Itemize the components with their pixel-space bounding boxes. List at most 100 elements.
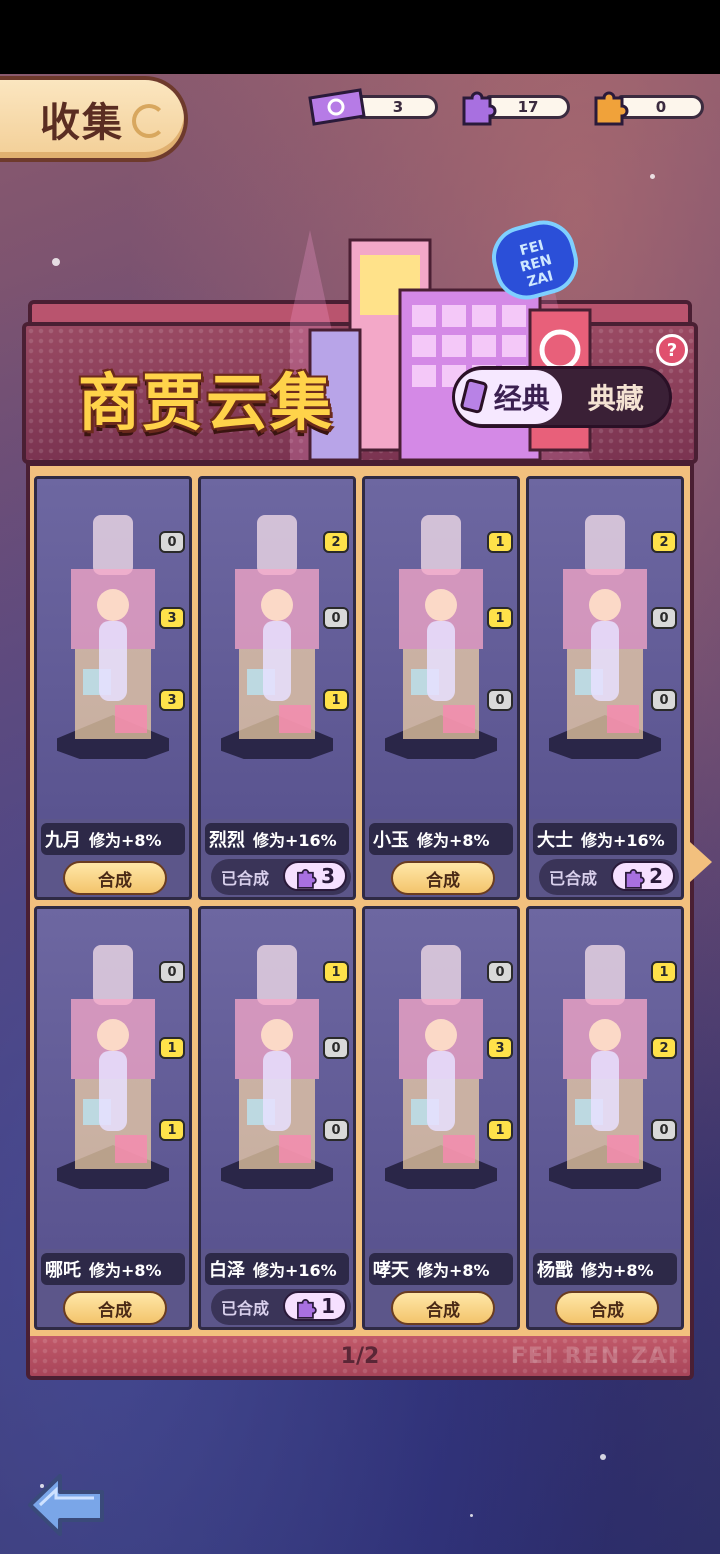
- collection-tab-switch: 经典 典藏: [452, 366, 672, 428]
- character-name: 哪吒: [45, 1260, 81, 1281]
- piece-count-badge: 1: [487, 607, 513, 629]
- card-art: [365, 479, 517, 819]
- page-indicator: 1/2: [340, 1343, 380, 1369]
- puzzle-count-pill: 1: [283, 1291, 347, 1321]
- tab-label: 经典: [493, 382, 550, 415]
- character-card[interactable]: 1 0 0 白泽 修为+16% 已合成 1: [198, 906, 356, 1330]
- puzzle-count-pill: 3: [283, 861, 347, 891]
- merge-button[interactable]: 合成: [391, 1291, 495, 1325]
- piece-count-badge: 0: [323, 607, 349, 629]
- puzzle-tower-illustration: [221, 945, 333, 1189]
- piece-count-badge: 1: [651, 961, 677, 983]
- piece-count-badge: 0: [651, 689, 677, 711]
- card-art: [37, 909, 189, 1249]
- puzzle-tower-illustration: [549, 945, 661, 1189]
- merged-label: 已合成: [549, 869, 598, 888]
- piece-count-badge: 2: [651, 531, 677, 553]
- character-bonus: 修为+16%: [253, 1261, 337, 1280]
- purple-puzzle-icon: [462, 91, 497, 126]
- page-title-tab: 收集: [0, 76, 188, 162]
- character-label: 小玉 修为+8%: [369, 823, 513, 855]
- puzzle-count: 3: [321, 864, 335, 888]
- purple-puzzle-icon: [297, 869, 317, 889]
- card-art: [365, 909, 517, 1249]
- card-art: [201, 909, 353, 1249]
- piece-count-badge: 0: [323, 1037, 349, 1059]
- currency-orange-puzzle[interactable]: 0: [590, 91, 704, 126]
- piece-count-badge: 1: [159, 1037, 185, 1059]
- help-button[interactable]: ?: [656, 334, 688, 366]
- piece-count-badge: 3: [159, 607, 185, 629]
- character-card[interactable]: 0 3 3 九月 修为+8% 合成: [34, 476, 192, 900]
- merge-button[interactable]: 合成: [63, 861, 167, 895]
- character-bonus: 修为+8%: [417, 831, 490, 850]
- card-art: [529, 479, 681, 819]
- character-card[interactable]: 0 1 1 哪吒 修为+8% 合成: [34, 906, 192, 1330]
- piece-count-badge: 0: [651, 607, 677, 629]
- collection-title: 商贾云集: [78, 366, 335, 439]
- star: [470, 1514, 473, 1517]
- merge-button[interactable]: 合成: [555, 1291, 659, 1325]
- piece-count-badge: 0: [651, 1119, 677, 1141]
- character-label: 白泽 修为+16%: [205, 1253, 349, 1285]
- currency-value: 3: [358, 95, 438, 119]
- character-card[interactable]: 1 2 0 杨戬 修为+8% 合成: [526, 906, 684, 1330]
- currency-tickets[interactable]: 3: [306, 88, 438, 126]
- piece-count-badge: 1: [159, 1119, 185, 1141]
- piece-count-badge: 0: [487, 689, 513, 711]
- panel-footer: 1/2 FEI REN ZAI: [26, 1336, 694, 1380]
- character-card[interactable]: 0 3 1 哮天 修为+8% 合成: [362, 906, 520, 1330]
- character-card[interactable]: 2 0 0 大士 修为+16% 已合成 2: [526, 476, 684, 900]
- character-label: 九月 修为+8%: [41, 823, 185, 855]
- character-label: 哪吒 修为+8%: [41, 1253, 185, 1285]
- ticket-icon: [308, 88, 366, 126]
- merged-status: 已合成 1: [211, 1289, 351, 1325]
- character-label: 大士 修为+16%: [533, 823, 677, 855]
- star: [650, 174, 655, 179]
- piece-count-badge: 0: [487, 961, 513, 983]
- tab-treasured[interactable]: 典藏: [562, 370, 669, 424]
- puzzle-tower-illustration: [221, 515, 333, 759]
- footer-brand: FEI REN ZAI: [510, 1344, 678, 1369]
- orange-puzzle-icon: [594, 91, 629, 126]
- piece-count-badge: 3: [159, 689, 185, 711]
- character-name: 烈烈: [209, 830, 245, 851]
- character-name: 九月: [45, 830, 81, 851]
- puzzle-tower-illustration: [57, 515, 169, 759]
- character-name: 白泽: [209, 1260, 245, 1281]
- character-card[interactable]: 2 0 1 烈烈 修为+16% 已合成 3: [198, 476, 356, 900]
- currency-purple-puzzle[interactable]: 17: [458, 91, 570, 126]
- swirl-ornament-icon: [132, 104, 166, 138]
- character-bonus: 修为+16%: [581, 831, 665, 850]
- piece-count-badge: 3: [487, 1037, 513, 1059]
- character-card[interactable]: 1 1 0 小玉 修为+8% 合成: [362, 476, 520, 900]
- currency-value: 0: [618, 95, 704, 119]
- character-name: 小玉: [373, 830, 409, 851]
- purple-puzzle-icon: [297, 1299, 317, 1319]
- puzzle-count-pill: 2: [611, 861, 675, 891]
- piece-count-badge: 0: [159, 961, 185, 983]
- character-bonus: 修为+16%: [253, 831, 337, 850]
- piece-count-badge: 2: [323, 531, 349, 553]
- character-name: 大士: [537, 830, 573, 851]
- star: [600, 1454, 606, 1460]
- currency-value: 17: [486, 95, 570, 119]
- puzzle-tower-illustration: [385, 515, 497, 759]
- merged-label: 已合成: [221, 1299, 270, 1318]
- merged-label: 已合成: [221, 869, 270, 888]
- back-button[interactable]: [26, 1470, 108, 1540]
- card-art: [201, 479, 353, 819]
- character-label: 杨戬 修为+8%: [533, 1253, 677, 1285]
- puzzle-count: 1: [321, 1294, 335, 1318]
- piece-count-badge: 2: [651, 1037, 677, 1059]
- page-title: 收集: [40, 100, 124, 146]
- character-label: 烈烈 修为+16%: [205, 823, 349, 855]
- puzzle-tower-illustration: [57, 945, 169, 1189]
- merge-button[interactable]: 合成: [391, 861, 495, 895]
- card-art: [37, 479, 189, 819]
- piece-count-badge: 1: [323, 961, 349, 983]
- merge-button[interactable]: 合成: [63, 1291, 167, 1325]
- merged-status: 已合成 2: [539, 859, 679, 895]
- character-name: 哮天: [373, 1260, 409, 1281]
- tab-classic[interactable]: 经典: [455, 370, 563, 424]
